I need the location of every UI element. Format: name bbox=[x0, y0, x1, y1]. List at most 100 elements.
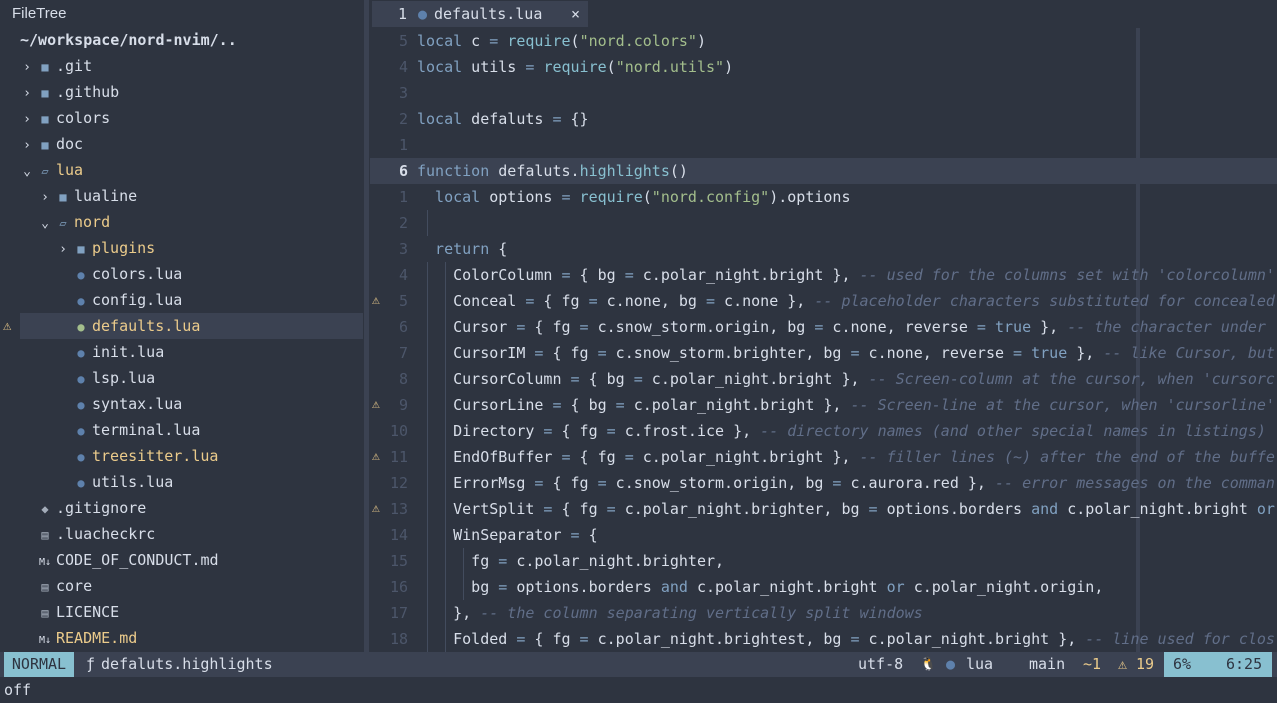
tree-item-label: .git bbox=[56, 57, 93, 75]
tree-file[interactable]: ● terminal.lua bbox=[20, 417, 363, 443]
tree-file[interactable]: ● lsp.lua bbox=[20, 365, 363, 391]
tree-folder[interactable]: › ■ colors bbox=[20, 105, 363, 131]
tree-file[interactable]: ▤ LICENCE bbox=[20, 599, 363, 625]
close-icon[interactable]: × bbox=[571, 1, 580, 27]
indent-guide bbox=[445, 366, 447, 392]
tree-file[interactable]: ◆ .gitignore bbox=[20, 495, 363, 521]
tree-folder[interactable]: › ■ plugins bbox=[20, 235, 363, 261]
code-text: function defaluts.highlights() bbox=[417, 162, 688, 180]
tree-folder[interactable]: › ■ .git bbox=[20, 53, 363, 79]
code-text: CursorColumn = { bg = c.polar_night.brig… bbox=[453, 370, 1275, 388]
chevron-right-icon[interactable]: › bbox=[20, 107, 34, 133]
code-line[interactable]: 16 bg = options.borders and c.polar_night… bbox=[370, 574, 1277, 600]
file-icon: ▤ bbox=[41, 580, 49, 594]
code-line[interactable]: 3 bbox=[370, 80, 1277, 106]
chevron-right-icon[interactable]: › bbox=[38, 185, 52, 211]
code-line[interactable]: 7 CursorIM = { fg = c.snow_storm.brighter… bbox=[370, 340, 1277, 366]
code-line[interactable]: 18 Folded = { fg = c.polar_night.brightes… bbox=[370, 626, 1277, 652]
diff-count: ~1 bbox=[1083, 655, 1102, 673]
line-number: 8 bbox=[398, 370, 408, 388]
chevron-right-icon[interactable]: › bbox=[56, 237, 70, 263]
code-line[interactable]: 2 bbox=[370, 210, 1277, 236]
window-splitter[interactable] bbox=[364, 0, 369, 652]
indent-guide bbox=[445, 600, 447, 626]
code-line[interactable]: 6 function defaluts.highlights() bbox=[370, 158, 1277, 184]
folder-icon: ■ bbox=[59, 190, 67, 204]
code-text: fg = c.polar_night.brighter, bbox=[471, 552, 725, 570]
code-line[interactable]: 4 local utils = require("nord.utils") bbox=[370, 54, 1277, 80]
tab-defaults-lua[interactable]: 1 ● defaults.lua × bbox=[372, 1, 588, 27]
line-number: 10 bbox=[389, 422, 408, 440]
indent-guide bbox=[463, 574, 465, 600]
command-line[interactable]: off bbox=[4, 679, 31, 701]
line-number: 14 bbox=[389, 526, 408, 544]
code-line[interactable]: 1 local options = require("nord.config").… bbox=[370, 184, 1277, 210]
code-context: ƒ defaluts.highlights bbox=[86, 652, 273, 677]
tree-file[interactable]: M↓ CODE_OF_CONDUCT.md bbox=[20, 547, 363, 573]
code-line[interactable]: 10 Directory = { fg = c.frost.ice }, -- d… bbox=[370, 418, 1277, 444]
code-line[interactable]: 3 return { bbox=[370, 236, 1277, 262]
code-line[interactable]: 12 ErrorMsg = { fg = c.snow_storm.origin,… bbox=[370, 470, 1277, 496]
code-line[interactable]: 8 CursorColumn = { bg = c.polar_night.bri… bbox=[370, 366, 1277, 392]
tree-file[interactable]: ▤ .luacheckrc bbox=[20, 521, 363, 547]
code-line[interactable]: 6 Cursor = { fg = c.snow_storm.origin, bg… bbox=[370, 314, 1277, 340]
tree-folder[interactable]: ⌄ ▱ lua bbox=[20, 157, 363, 183]
lua-icon: ● bbox=[77, 450, 85, 464]
code-line[interactable]: 17}, -- the column separating vertically… bbox=[370, 600, 1277, 626]
code-line[interactable]: ⚠ 5 Conceal = { fg = c.none, bg = c.none }… bbox=[370, 288, 1277, 314]
code-text: return { bbox=[435, 240, 508, 258]
context-label: defaluts.highlights bbox=[101, 655, 273, 673]
tree-file[interactable]: ▤ core bbox=[20, 573, 363, 599]
tree-item-label: LICENCE bbox=[56, 603, 120, 621]
indent-guide bbox=[463, 548, 465, 574]
tree-file[interactable]: ● treesitter.lua bbox=[20, 443, 363, 469]
indent-guide bbox=[427, 626, 429, 652]
tree-file[interactable]: ● config.lua bbox=[20, 287, 363, 313]
lua-icon: ● bbox=[946, 655, 956, 673]
mode-indicator: NORMAL bbox=[4, 652, 74, 677]
code-line[interactable]: 2 local defaluts = {} bbox=[370, 106, 1277, 132]
code-line[interactable]: 1 bbox=[370, 132, 1277, 158]
indent-guide bbox=[427, 522, 429, 548]
code-line[interactable]: ⚠ 13 VertSplit = { fg = c.polar_night.brig… bbox=[370, 496, 1277, 522]
chevron-right-icon[interactable]: › bbox=[20, 133, 34, 159]
tree-file[interactable]: M↓ README.md bbox=[20, 625, 363, 651]
file-tree-root-path[interactable]: ~/workspace/nord-nvim/.. bbox=[20, 30, 237, 50]
code-text: Folded = { fg = c.polar_night.brightest,… bbox=[453, 630, 1275, 648]
indent-guide bbox=[427, 340, 429, 366]
code-text: CursorLine = { bg = c.polar_night.bright… bbox=[453, 396, 1275, 414]
chevron-right-icon[interactable]: › bbox=[20, 55, 34, 81]
indent-guide bbox=[427, 444, 429, 470]
code-line[interactable]: 15 fg = c.polar_night.brighter, bbox=[370, 548, 1277, 574]
tree-folder[interactable]: › ■ .github bbox=[20, 79, 363, 105]
lua-icon: ● bbox=[77, 476, 85, 490]
code-editor[interactable]: 5 local c = require("nord.colors") 4 local … bbox=[370, 28, 1277, 652]
tree-folder[interactable]: › ■ lualine bbox=[20, 183, 363, 209]
line-number: 7 bbox=[398, 344, 408, 362]
chevron-down-icon[interactable]: ⌄ bbox=[38, 211, 52, 237]
tree-file[interactable]: ● utils.lua bbox=[20, 469, 363, 495]
code-line[interactable]: 14 WinSeparator = { bbox=[370, 522, 1277, 548]
chevron-right-icon[interactable]: › bbox=[20, 81, 34, 107]
tree-file[interactable]: ● init.lua bbox=[20, 339, 363, 365]
tree-item-label: CODE_OF_CONDUCT.md bbox=[56, 551, 219, 569]
chevron-down-icon[interactable]: ⌄ bbox=[20, 159, 34, 185]
code-line[interactable]: ⚠ 9 CursorLine = { bg = c.polar_night.brig… bbox=[370, 392, 1277, 418]
status-line: NORMAL ƒ defaluts.highlights utf-8 🐧 ● lu… bbox=[0, 652, 1277, 677]
code-line[interactable]: 5 local c = require("nord.colors") bbox=[370, 28, 1277, 54]
code-line[interactable]: ⚠ 11 EndOfBuffer = { fg = c.polar_night.br… bbox=[370, 444, 1277, 470]
tree-file[interactable]: ● syntax.lua bbox=[20, 391, 363, 417]
warning-icon: ⚠ bbox=[372, 397, 380, 412]
warning-icon: ⚠ bbox=[372, 293, 380, 308]
tree-file[interactable]: ● defaults.lua bbox=[20, 313, 363, 339]
tree-file[interactable]: ● colors.lua bbox=[20, 261, 363, 287]
filetype-label: lua bbox=[966, 655, 994, 673]
code-text: ErrorMsg = { fg = c.snow_storm.origin, b… bbox=[453, 474, 1275, 492]
line-number: 6 bbox=[398, 318, 408, 336]
tree-folder[interactable]: › ■ doc bbox=[20, 131, 363, 157]
code-line[interactable]: 4 ColorColumn = { bg = c.polar_night.brig… bbox=[370, 262, 1277, 288]
warning-icon: ⚠ bbox=[3, 318, 12, 334]
indent-guide bbox=[427, 496, 429, 522]
tree-item-label: config.lua bbox=[92, 291, 183, 309]
tree-folder[interactable]: ⌄ ▱ nord bbox=[20, 209, 363, 235]
